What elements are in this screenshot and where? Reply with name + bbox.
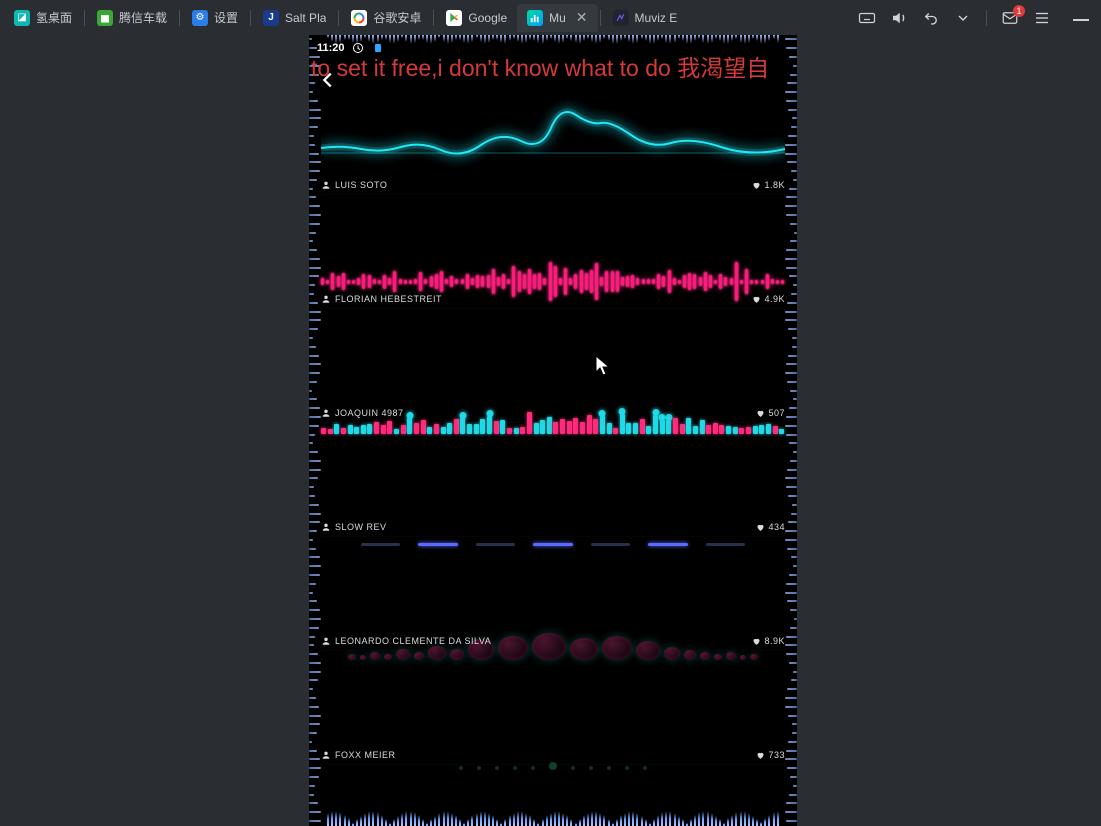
item-meta: LUIS SOTO 1.8K xyxy=(321,180,785,190)
tab-hydrogen[interactable]: ◪ 氢桌面 xyxy=(4,4,82,32)
tab-settings[interactable]: ⚙ 设置 xyxy=(182,4,248,32)
likes-count: 507 xyxy=(756,408,785,418)
tab-muviz-e[interactable]: Muviz E xyxy=(603,4,688,32)
tab-label: 设置 xyxy=(214,9,238,26)
status-icon xyxy=(371,41,385,55)
mail-badge: 1 xyxy=(1013,5,1025,17)
minimize-button[interactable] xyxy=(1073,19,1089,21)
menu-icon[interactable] xyxy=(1033,9,1051,27)
tab-tengxin[interactable]: ▅ 腾信车载 xyxy=(87,4,177,32)
tray-separator xyxy=(986,10,987,26)
app-icon: ◪ xyxy=(14,10,30,26)
tab-google-android[interactable]: 谷歌安卓 xyxy=(341,4,431,32)
tab-separator xyxy=(338,10,339,26)
ambient-edge-top xyxy=(327,35,779,45)
tab-play[interactable]: Google xyxy=(436,4,517,32)
app-icon: J xyxy=(263,10,279,26)
item-meta: FOXX MEIER 733 xyxy=(321,750,785,760)
visualizer-item[interactable]: FLORIAN HEBESTREIT 4.9K xyxy=(321,195,785,309)
tab-separator xyxy=(84,10,85,26)
tab-label: Mu xyxy=(549,11,566,25)
tab-separator xyxy=(179,10,180,26)
phone-viewport: 11:20 to set it free,i don't know what t… xyxy=(309,35,797,826)
item-meta: SLOW REV 434 xyxy=(321,522,785,532)
likes-count: 8.9K xyxy=(752,636,785,646)
likes-count: 434 xyxy=(756,522,785,532)
app-icon: ▅ xyxy=(97,10,113,26)
tab-muviz-active[interactable]: Mu ✕ xyxy=(517,4,597,32)
volume-icon[interactable] xyxy=(890,9,908,27)
back-button[interactable] xyxy=(317,69,339,94)
tab-label: 谷歌安卓 xyxy=(373,9,421,26)
close-icon[interactable]: ✕ xyxy=(576,9,588,26)
system-tray: 1 xyxy=(858,9,1097,27)
tab-label: Muviz E xyxy=(635,11,678,25)
tab-strip: ◪ 氢桌面 ▅ 腾信车载 ⚙ 设置 J Salt Pla 谷歌安卓 Google… xyxy=(0,0,1101,35)
tab-label: Google xyxy=(468,11,507,25)
clock: 11:20 xyxy=(317,42,345,54)
user-icon xyxy=(321,522,331,532)
tab-separator xyxy=(600,10,601,26)
user-icon xyxy=(321,294,331,304)
likes-count: 733 xyxy=(756,750,785,760)
likes-count: 4.9K xyxy=(752,294,785,304)
tab-separator xyxy=(433,10,434,26)
user-icon xyxy=(321,180,331,190)
visualizer-item[interactable]: LEONARDO CLEMENTE DA SILVA 8.9K xyxy=(321,537,785,651)
item-meta: JOAQUIN 4987 507 xyxy=(321,408,785,418)
user-icon xyxy=(321,750,331,760)
undo-icon[interactable] xyxy=(922,9,940,27)
tab-salt[interactable]: J Salt Pla xyxy=(253,4,336,32)
author-label: LEONARDO CLEMENTE DA SILVA xyxy=(335,636,491,646)
mail-icon[interactable]: 1 xyxy=(1001,9,1019,27)
keyboard-icon[interactable] xyxy=(858,9,876,27)
chevron-down-icon[interactable] xyxy=(954,9,972,27)
status-bar: 11:20 xyxy=(317,41,385,55)
google-icon xyxy=(351,10,367,26)
muviz-icon xyxy=(527,10,543,26)
gear-icon: ⚙ xyxy=(192,10,208,26)
likes-count: 1.8K xyxy=(752,180,785,190)
item-meta: FLORIAN HEBESTREIT 4.9K xyxy=(321,294,785,304)
visualizer-item[interactable]: LUIS SOTO 1.8K xyxy=(321,81,785,195)
tab-label: 腾信车载 xyxy=(119,9,167,26)
item-meta: LEONARDO CLEMENTE DA SILVA 8.9K xyxy=(321,636,785,646)
user-icon xyxy=(321,636,331,646)
app-icon xyxy=(613,10,629,26)
author-label: LUIS SOTO xyxy=(335,180,387,190)
play-store-icon xyxy=(446,10,462,26)
author-label: SLOW REV xyxy=(335,522,387,532)
visualizer-item[interactable]: SLOW REV 434 xyxy=(321,423,785,537)
author-label: FLORIAN HEBESTREIT xyxy=(335,294,442,304)
tab-label: 氢桌面 xyxy=(36,9,72,26)
author-label: FOXX MEIER xyxy=(335,750,396,760)
visualizer-item[interactable]: JOAQUIN 4987 507 xyxy=(321,309,785,423)
visualizer-item[interactable]: FOXX MEIER 733 xyxy=(321,651,785,765)
ambient-edge-right xyxy=(783,35,797,826)
status-icon xyxy=(351,41,365,55)
tab-label: Salt Pla xyxy=(285,11,326,25)
visualizer-list[interactable]: LUIS SOTO 1.8K FLORIAN HEBESTREIT 4.9K xyxy=(321,81,785,826)
user-icon xyxy=(321,408,331,418)
author-label: JOAQUIN 4987 xyxy=(335,408,404,418)
tab-separator xyxy=(250,10,251,26)
visualizer-preview xyxy=(321,93,785,167)
